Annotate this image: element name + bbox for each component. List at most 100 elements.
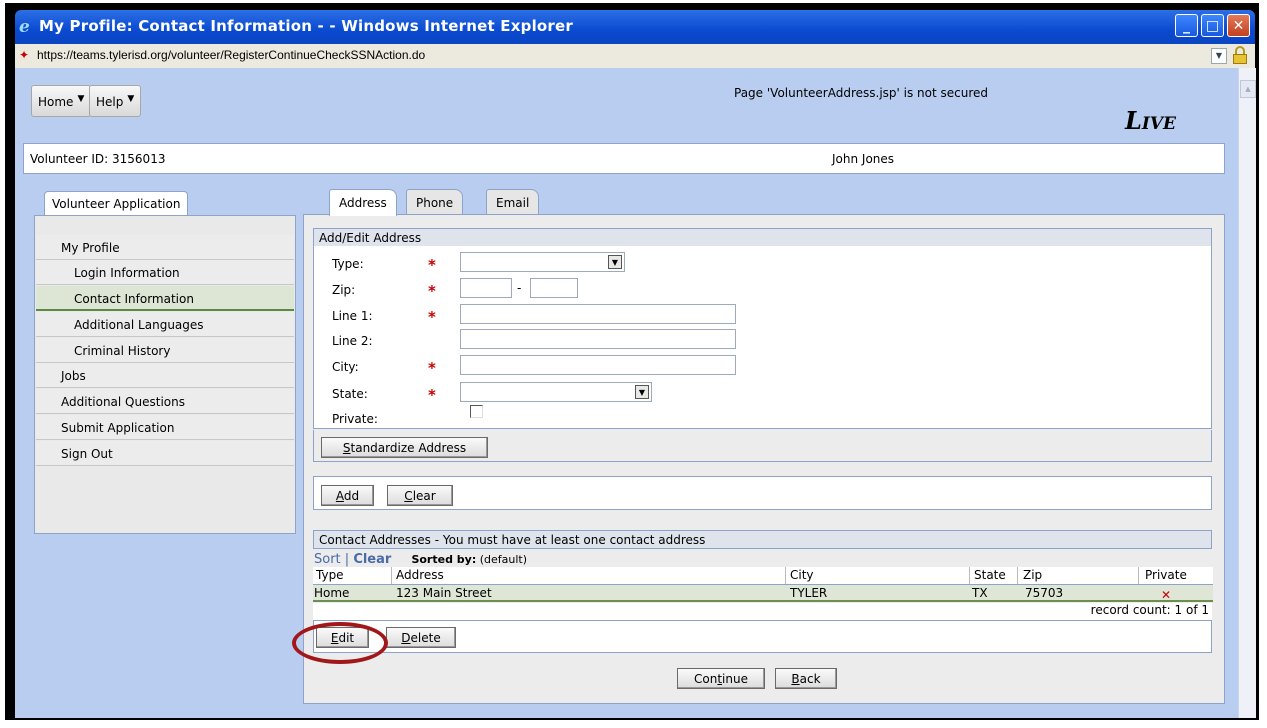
clear-sort-link[interactable]: Clear	[353, 552, 391, 567]
sidebar-item-criminal-history[interactable]: Criminal History	[36, 338, 294, 363]
private-x-icon: ✕	[1161, 588, 1172, 602]
chevron-down-icon[interactable]: ▼	[608, 255, 622, 269]
address-dropdown-icon[interactable]: ▼	[1211, 48, 1227, 64]
tab-volunteer-application[interactable]: Volunteer Application	[44, 191, 189, 216]
tab-email[interactable]: Email	[486, 189, 540, 214]
tab-address[interactable]: Address	[329, 189, 397, 216]
clear-button[interactable]: Clear	[387, 485, 453, 506]
vertical-scrollbar[interactable]: ▲	[1238, 68, 1256, 718]
clear-label: lear	[412, 489, 436, 503]
maximize-button[interactable]: □	[1201, 14, 1224, 37]
sort-controls: Sort | Clear Sorted by: (default)	[314, 552, 527, 567]
sorted-by-label: Sorted by:	[411, 553, 477, 566]
home-menu-label: Home	[38, 95, 74, 109]
clear-key: C	[404, 489, 413, 503]
required-icon: *	[428, 282, 436, 300]
line1-input[interactable]	[460, 304, 736, 324]
line2-input[interactable]	[460, 329, 736, 349]
city-label: City:	[332, 360, 359, 374]
required-icon: *	[428, 359, 436, 377]
back-label: ack	[799, 672, 821, 686]
state-label: State:	[332, 387, 368, 401]
state-select[interactable]: ▼	[460, 382, 652, 402]
column-state[interactable]: State	[974, 568, 1006, 582]
help-menu-label: Help	[96, 95, 124, 109]
cell-state: TX	[972, 586, 988, 600]
add-key: A	[335, 489, 344, 503]
table-header: Type Address City State Zip Private	[313, 567, 1213, 585]
sidebar-item-jobs[interactable]: Jobs	[36, 363, 294, 388]
sidebar-item-login-information[interactable]: Login Information	[36, 260, 294, 285]
continue-button[interactable]: Continue	[677, 668, 765, 689]
add-label: dd	[343, 489, 360, 503]
column-city[interactable]: City	[790, 568, 814, 582]
address-bar: ✦ https://teams.tylerisd.org/volunteer/R…	[15, 44, 1255, 69]
record-count-strip: record count: 1 of 1	[313, 603, 1212, 621]
title-bar: e My Profile: Contact Information - - Wi…	[15, 10, 1255, 44]
ie-logo-icon: e	[19, 17, 30, 37]
chevron-down-icon: ▼	[77, 94, 85, 104]
sidebar-item-my-profile[interactable]: My Profile	[36, 235, 294, 260]
logo-rest: IVE	[1141, 114, 1176, 134]
add-button[interactable]: Add	[321, 485, 374, 506]
private-checkbox[interactable]	[470, 405, 483, 418]
column-private[interactable]: Private	[1145, 568, 1187, 582]
minimize-button[interactable]: _	[1175, 14, 1198, 37]
continue-post: inue	[722, 672, 748, 686]
help-menu[interactable]: Help ▼	[89, 85, 142, 117]
required-icon: *	[428, 386, 436, 404]
window-title: My Profile: Contact Information - - Wind…	[39, 17, 573, 35]
back-button[interactable]: Back	[775, 668, 837, 689]
zip-separator: -	[517, 281, 522, 295]
sidebar-item-sign-out[interactable]: Sign Out	[36, 441, 294, 466]
column-type[interactable]: Type	[316, 568, 344, 582]
sort-separator: |	[340, 552, 354, 567]
column-zip[interactable]: Zip	[1023, 568, 1042, 582]
standardize-label: tandardize Address	[350, 441, 467, 455]
sort-link[interactable]: Sort	[314, 552, 341, 567]
cell-type: Home	[314, 586, 350, 600]
chevron-down-icon[interactable]: ▼	[635, 385, 649, 399]
logo-initial: L	[1125, 106, 1142, 135]
zip-input[interactable]	[460, 278, 512, 298]
volunteer-name: John Jones	[832, 152, 895, 166]
sidebar-item-submit-application[interactable]: Submit Application	[36, 415, 294, 440]
url-field[interactable]: https://teams.tylerisd.org/volunteer/Reg…	[37, 48, 425, 62]
required-icon: *	[428, 256, 436, 274]
required-icon: *	[428, 308, 436, 326]
cell-city: TYLER	[790, 586, 828, 600]
record-count: record count: 1 of 1	[1090, 603, 1209, 617]
delete-key: D	[401, 631, 411, 645]
security-note: Page 'VolunteerAddress.jsp' is not secur…	[734, 86, 989, 100]
standardize-address-button[interactable]: Standardize Address	[321, 437, 488, 458]
lock-icon[interactable]	[1233, 46, 1247, 64]
sorted-by-value: (default)	[479, 553, 528, 566]
live-logo: LIVE	[1125, 106, 1176, 135]
column-address[interactable]: Address	[396, 568, 444, 582]
sidebar-item-additional-questions[interactable]: Additional Questions	[36, 389, 294, 414]
volunteer-bar: Volunteer ID: 3156013 John Jones	[23, 143, 1225, 174]
delete-button[interactable]: Delete	[386, 627, 456, 648]
home-menu[interactable]: Home ▼	[31, 85, 92, 117]
delete-label: elete	[410, 631, 441, 645]
site-favicon-icon: ✦	[19, 48, 30, 62]
highlight-circle	[292, 622, 388, 664]
standardize-key: S	[342, 441, 351, 455]
zip-extension-input[interactable]	[530, 278, 578, 298]
chevron-down-icon: ▼	[127, 94, 135, 104]
add-edit-address-header: Add/Edit Address	[313, 228, 1212, 247]
sidebar-item-additional-languages[interactable]: Additional Languages	[36, 312, 294, 337]
close-button[interactable]: ✕	[1227, 14, 1250, 37]
sidebar: My Profile Login Information Contact Inf…	[34, 215, 296, 534]
city-input[interactable]	[460, 355, 736, 375]
address-form	[313, 246, 1212, 429]
line1-label: Line 1:	[332, 309, 373, 323]
tab-phone[interactable]: Phone	[406, 189, 464, 214]
type-select[interactable]: ▼	[460, 252, 625, 272]
table-row[interactable]: Home 123 Main Street TYLER TX 75703 ✕	[313, 585, 1213, 602]
scroll-up-icon[interactable]: ▲	[1240, 80, 1256, 98]
sidebar-item-contact-information[interactable]: Contact Information	[36, 286, 294, 311]
cell-zip: 75703	[1025, 586, 1064, 600]
cell-address: 123 Main Street	[396, 586, 492, 600]
continue-pre: Con	[694, 672, 718, 686]
